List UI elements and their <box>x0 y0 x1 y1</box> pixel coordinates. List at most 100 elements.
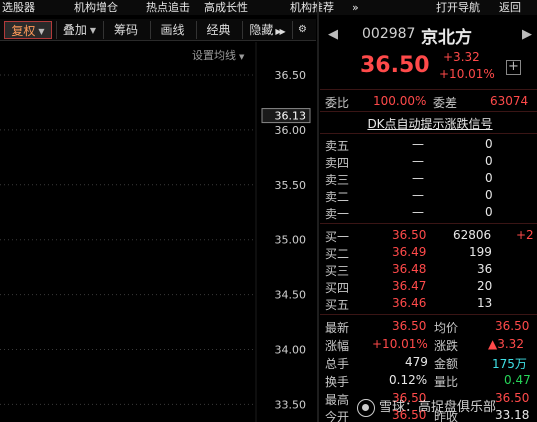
sell1-price: — <box>412 205 424 219</box>
price-tick-label: 36.50 <box>275 69 307 82</box>
sell1-volume: 0 <box>485 205 493 219</box>
xueqiu-logo-icon <box>357 398 375 417</box>
divider <box>320 89 537 90</box>
menu-open-navigation[interactable]: 打开导航 <box>436 0 480 15</box>
sell5-price: — <box>412 137 424 151</box>
hide-label: 隐藏 <box>249 23 274 37</box>
latest-value: 36.50 <box>392 319 427 333</box>
buy3-label: 买三 <box>325 264 350 278</box>
change-pct-value: +10.01% <box>372 337 428 351</box>
turnover-label: 换手 <box>325 375 350 389</box>
buy2-volume: 199 <box>469 245 492 259</box>
commission-ratio-label: 委比 <box>325 96 350 110</box>
sell3-label: 卖三 <box>325 173 350 187</box>
sell4-label: 卖四 <box>325 156 350 170</box>
commission-diff-value: 63074 <box>490 94 529 108</box>
amount-value: 175万 <box>492 357 527 371</box>
buy1-price: 36.50 <box>392 228 427 242</box>
chevron-down-icon: ▼ <box>38 27 45 36</box>
menu-back[interactable]: 返回 <box>499 0 521 15</box>
menu-institution-recommend[interactable]: 机构推荐 <box>290 0 334 15</box>
restore-label: 复权 <box>11 24 36 38</box>
prev-stock-arrow-icon[interactable]: ◀ <box>328 27 338 42</box>
menu-institution-increase[interactable]: 机构增仓 <box>74 0 118 15</box>
price-change-pct: +10.01% <box>439 67 495 81</box>
menu-high-growth[interactable]: 高成长性 <box>204 0 248 15</box>
menu-more-icon[interactable]: » <box>352 0 359 15</box>
avg-price-value: 36.50 <box>495 319 530 333</box>
sell3-price: — <box>412 171 424 185</box>
commission-ratio-value: 100.00% <box>373 94 427 108</box>
buy4-label: 买四 <box>325 281 350 295</box>
sell2-label: 卖二 <box>325 190 350 204</box>
menu-stock-screener[interactable]: 选股器 <box>2 0 35 15</box>
stock-code: 002987 <box>362 26 416 42</box>
quote-panel: ◀ 002987 京北方 ▶ 36.50 +3.32 +10.01% + 委比 … <box>320 15 537 422</box>
change-pct-label: 涨幅 <box>325 339 350 353</box>
sell2-volume: 0 <box>485 188 493 202</box>
volume-ratio-label: 量比 <box>434 375 459 389</box>
open-label: 今开 <box>325 410 350 422</box>
change-label: 涨跌 <box>434 339 459 353</box>
price-tick-label: 33.50 <box>275 398 307 411</box>
top-menu-bar: 选股器 机构增仓 热点追击 高成长性 机构推荐 » 打开导航 返回 <box>0 0 537 15</box>
chevron-down-icon: ▼ <box>89 26 97 35</box>
latest-label: 最新 <box>325 321 350 335</box>
buy3-price: 36.48 <box>392 262 427 276</box>
watermark: 雪球：高捉盘俱乐部 <box>357 396 537 418</box>
sell3-volume: 0 <box>485 171 493 185</box>
price-change: +3.32 <box>443 50 480 64</box>
price-tick-label: 36.00 <box>275 124 307 137</box>
restore-right-dropdown[interactable]: 复权 ▼ <box>4 21 52 39</box>
buy5-volume: 13 <box>477 296 493 310</box>
buy1-delta: +2 <box>516 228 534 242</box>
total-volume-value: 479 <box>405 355 428 369</box>
total-volume-label: 总手 <box>325 357 350 371</box>
buy4-price: 36.47 <box>392 279 427 293</box>
watermark-text: 雪球：高捉盘俱乐部 <box>379 400 497 415</box>
price-tick-label: 34.00 <box>275 344 307 357</box>
amount-label: 金额 <box>434 357 459 371</box>
divider <box>320 111 537 112</box>
avg-price-label: 均价 <box>434 321 459 335</box>
current-price: 36.50 <box>360 53 430 78</box>
add-watchlist-plus-icon[interactable]: + <box>506 60 521 75</box>
overlay-dropdown[interactable]: 叠加 ▼ <box>56 21 102 39</box>
sell1-label: 卖一 <box>325 207 350 221</box>
settings-gear-icon[interactable]: ⚙ <box>292 21 312 39</box>
sell5-volume: 0 <box>485 137 493 151</box>
sell4-volume: 0 <box>485 154 493 168</box>
volume-ratio-value: 0.47 <box>504 373 531 387</box>
divider <box>320 133 537 134</box>
draw-line-button[interactable]: 画线 <box>150 21 194 39</box>
price-tick-label: 34.50 <box>275 289 307 302</box>
divider <box>320 314 537 315</box>
dk-signal-link[interactable]: DK点自动提示涨跌信号 <box>360 115 500 132</box>
chart-toolbar: 复权 ▼ 叠加 ▼ 筹码 画线 经典 隐藏 ▶▶ ⚙ <box>0 19 316 41</box>
price-chart: 36.50 36.00 35.50 35.00 34.50 34.00 33.50 36.13 <box>0 42 311 422</box>
menu-hot-pursuit[interactable]: 热点追击 <box>146 0 190 15</box>
buy1-label: 买一 <box>325 230 350 244</box>
commission-diff-label: 委差 <box>433 96 458 110</box>
hide-button[interactable]: 隐藏 ▶▶ <box>242 21 290 39</box>
buy5-label: 买五 <box>325 298 350 312</box>
current-price-marker: 36.13 <box>261 108 311 124</box>
buy2-price: 36.49 <box>392 245 427 259</box>
high-label: 最高 <box>325 393 350 407</box>
panel-divider <box>317 0 319 422</box>
change-value: ▲3.32 <box>488 337 524 351</box>
classic-button[interactable]: 经典 <box>196 21 240 39</box>
double-right-arrow-icon: ▶▶ <box>275 27 285 36</box>
stock-name: 京北方 <box>421 28 472 48</box>
next-stock-arrow-icon[interactable]: ▶ <box>522 27 532 42</box>
buy5-price: 36.46 <box>392 296 427 310</box>
chips-button[interactable]: 筹码 <box>103 21 148 39</box>
sell2-price: — <box>412 188 424 202</box>
price-tick-label: 35.00 <box>275 234 307 247</box>
sell5-label: 卖五 <box>325 139 350 153</box>
current-price-label: 36.13 <box>275 110 307 123</box>
divider <box>320 223 537 224</box>
sell4-price: — <box>412 154 424 168</box>
overlay-label: 叠加 <box>62 23 87 37</box>
price-tick-label: 35.50 <box>275 179 307 192</box>
